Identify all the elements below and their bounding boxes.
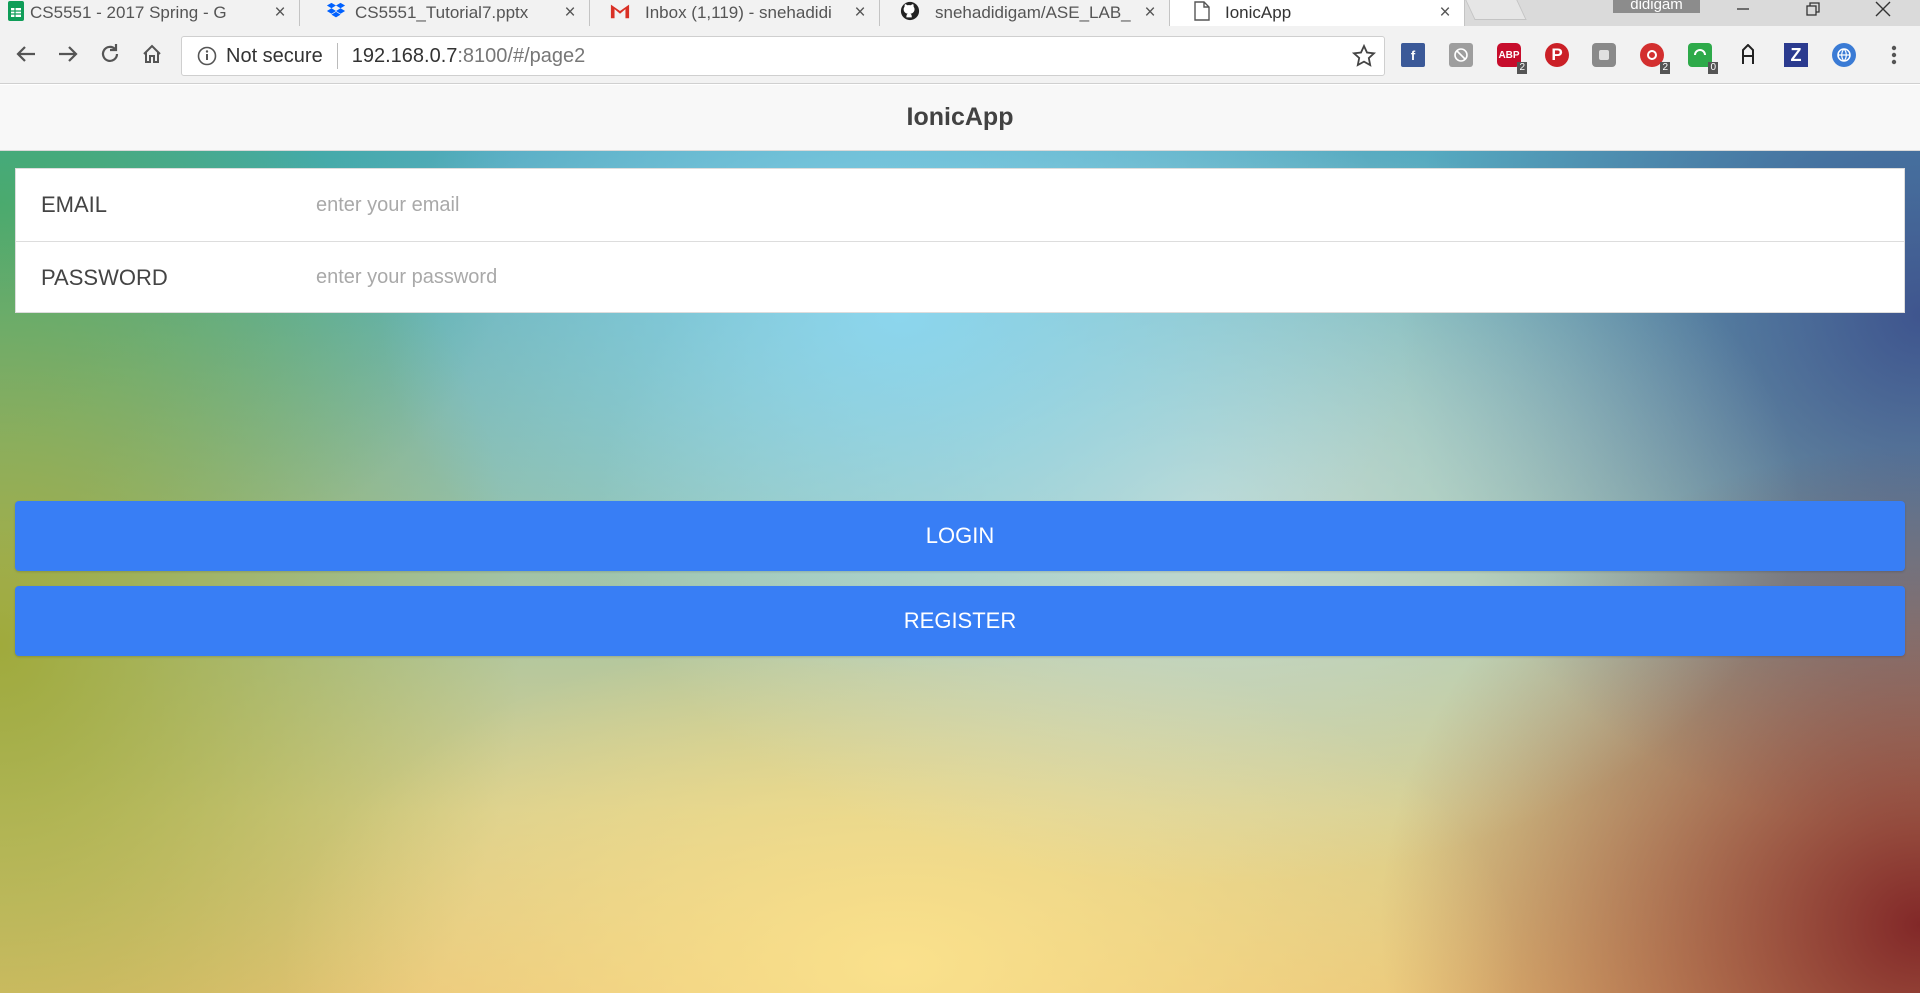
home-button[interactable] [135, 37, 169, 71]
globe-extension-icon[interactable] [1832, 43, 1856, 67]
facebook-icon[interactable]: f [1401, 43, 1425, 67]
new-tab-button[interactable] [1465, 0, 1527, 20]
back-arrow-icon [16, 46, 35, 62]
dropbox-icon [326, 1, 346, 21]
url-text[interactable]: 192.168.0.7:8100/#/page2 [352, 45, 586, 68]
reload-button[interactable] [93, 37, 127, 71]
tab-sheets[interactable]: CS5551 - 2017 Spring - G × [0, 0, 300, 26]
zotero-icon[interactable]: Z [1784, 43, 1808, 67]
security-label[interactable]: Not secure [226, 43, 338, 69]
page-title: IonicApp [906, 103, 1014, 131]
minimize-button[interactable] [1713, 0, 1773, 18]
back-button[interactable] [9, 37, 43, 71]
red-extension-icon[interactable]: 2 [1640, 43, 1670, 74]
close-tab-icon[interactable]: × [559, 2, 581, 24]
close-tab-icon[interactable]: × [1434, 2, 1456, 24]
tab-title: CS5551_Tutorial7.pptx [355, 3, 529, 22]
tab-title: snehadidigam/ASE_LAB_ [935, 3, 1131, 22]
minimize-icon [1737, 8, 1749, 10]
password-row[interactable]: PASSWORD [16, 241, 1904, 313]
close-tab-icon[interactable]: × [269, 2, 291, 24]
adblock-plus-icon[interactable]: ABP 2 [1497, 43, 1527, 74]
register-button[interactable]: REGISTER [15, 586, 1905, 656]
password-field[interactable] [316, 257, 1904, 298]
gmail-icon [610, 1, 630, 21]
chrome-menu-icon[interactable] [1882, 43, 1906, 67]
url-host: 192.168.0.7 [351, 44, 458, 67]
tab-ionicapp[interactable]: IonicApp × [1170, 0, 1465, 26]
github-icon [900, 1, 920, 21]
browser-toolbar: Not secure 192.168.0.7:8100/#/page2 f AB… [0, 26, 1920, 84]
badge-count: 0 [1708, 62, 1718, 74]
close-tab-icon[interactable]: × [1139, 2, 1161, 24]
restore-icon [1806, 2, 1820, 16]
extension-gray-icon[interactable] [1449, 43, 1473, 67]
tab-gmail[interactable]: Inbox (1,119) - snehadidi × [590, 0, 880, 26]
home-icon [143, 44, 161, 63]
profile-name[interactable]: didigam [1613, 0, 1700, 13]
sheets-icon [6, 1, 26, 21]
restore-button[interactable] [1783, 0, 1843, 18]
green-extension-icon[interactable]: 0 [1688, 43, 1718, 74]
info-icon[interactable] [188, 46, 226, 66]
pinterest-icon[interactable]: P [1545, 43, 1569, 67]
close-tab-icon[interactable]: × [849, 2, 871, 24]
login-button[interactable]: LOGIN [15, 501, 1905, 571]
browser-tab-strip: CS5551 - 2017 Spring - G × CS5551_Tutori… [0, 0, 1920, 26]
tab-title: Inbox (1,119) - snehadidi [645, 3, 832, 22]
url-path: :8100/#/page2 [457, 44, 586, 67]
tab-github[interactable]: snehadidigam/ASE_LAB_ × [880, 0, 1170, 26]
email-label: EMAIL [41, 192, 108, 217]
close-icon [1875, 1, 1891, 17]
login-form: EMAIL PASSWORD [15, 168, 1905, 313]
email-row[interactable]: EMAIL [16, 169, 1904, 241]
tab-title: CS5551 - 2017 Spring - G [30, 3, 227, 22]
badge-count: 2 [1660, 62, 1670, 74]
app-header: IonicApp [0, 85, 1920, 151]
forward-button[interactable] [51, 37, 85, 71]
extension-gray2-icon[interactable] [1592, 43, 1616, 67]
feather-icon[interactable] [1736, 43, 1760, 67]
app-page: IonicApp EMAIL PASSWORD LOGIN REGISTER [0, 85, 1920, 993]
tab-title: IonicApp [1225, 3, 1292, 22]
bookmark-star-icon[interactable] [1351, 43, 1377, 68]
reload-icon [101, 44, 119, 62]
badge-count: 2 [1517, 62, 1527, 74]
tab-dropbox[interactable]: CS5551_Tutorial7.pptx × [300, 0, 590, 26]
email-field[interactable] [316, 185, 1904, 225]
address-bar[interactable]: Not secure 192.168.0.7:8100/#/page2 [181, 36, 1385, 76]
page-icon [1192, 1, 1212, 21]
forward-arrow-icon [59, 46, 78, 62]
password-label: PASSWORD [41, 264, 168, 290]
close-window-button[interactable] [1853, 0, 1913, 18]
